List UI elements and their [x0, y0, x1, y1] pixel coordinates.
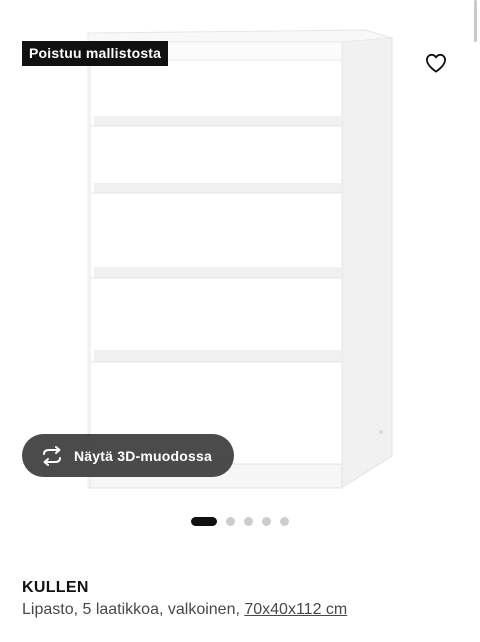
- carousel-dot-1[interactable]: [191, 516, 217, 526]
- heart-outline-icon: [425, 53, 446, 73]
- carousel-dot-3[interactable]: [244, 516, 253, 526]
- product-description: Lipasto, 5 laatikkoa, valkoinen, 70x40x1…: [22, 601, 347, 619]
- view-3d-label: Näytä 3D-muodossa: [74, 447, 212, 464]
- product-image-dresser: [87, 29, 393, 489]
- product-image-gallery[interactable]: Poistuu mallistosta Näytä 3D-muodossa: [0, 0, 480, 500]
- product-dimensions-link[interactable]: 70x40x112 cm: [244, 601, 347, 618]
- product-description-text: Lipasto, 5 laatikkoa, valkoinen,: [22, 601, 245, 618]
- carousel-dot-5[interactable]: [280, 516, 289, 526]
- rotate-arrows-icon: [40, 444, 64, 468]
- carousel-dot-4[interactable]: [262, 516, 271, 526]
- view-3d-button[interactable]: Näytä 3D-muodossa: [22, 434, 234, 477]
- product-name: KULLEN: [22, 579, 89, 596]
- carousel-indicator: [0, 516, 480, 526]
- favourite-button[interactable]: [420, 47, 452, 79]
- discontinued-badge: Poistuu mallistosta: [22, 41, 169, 66]
- carousel-dot-2[interactable]: [226, 516, 235, 526]
